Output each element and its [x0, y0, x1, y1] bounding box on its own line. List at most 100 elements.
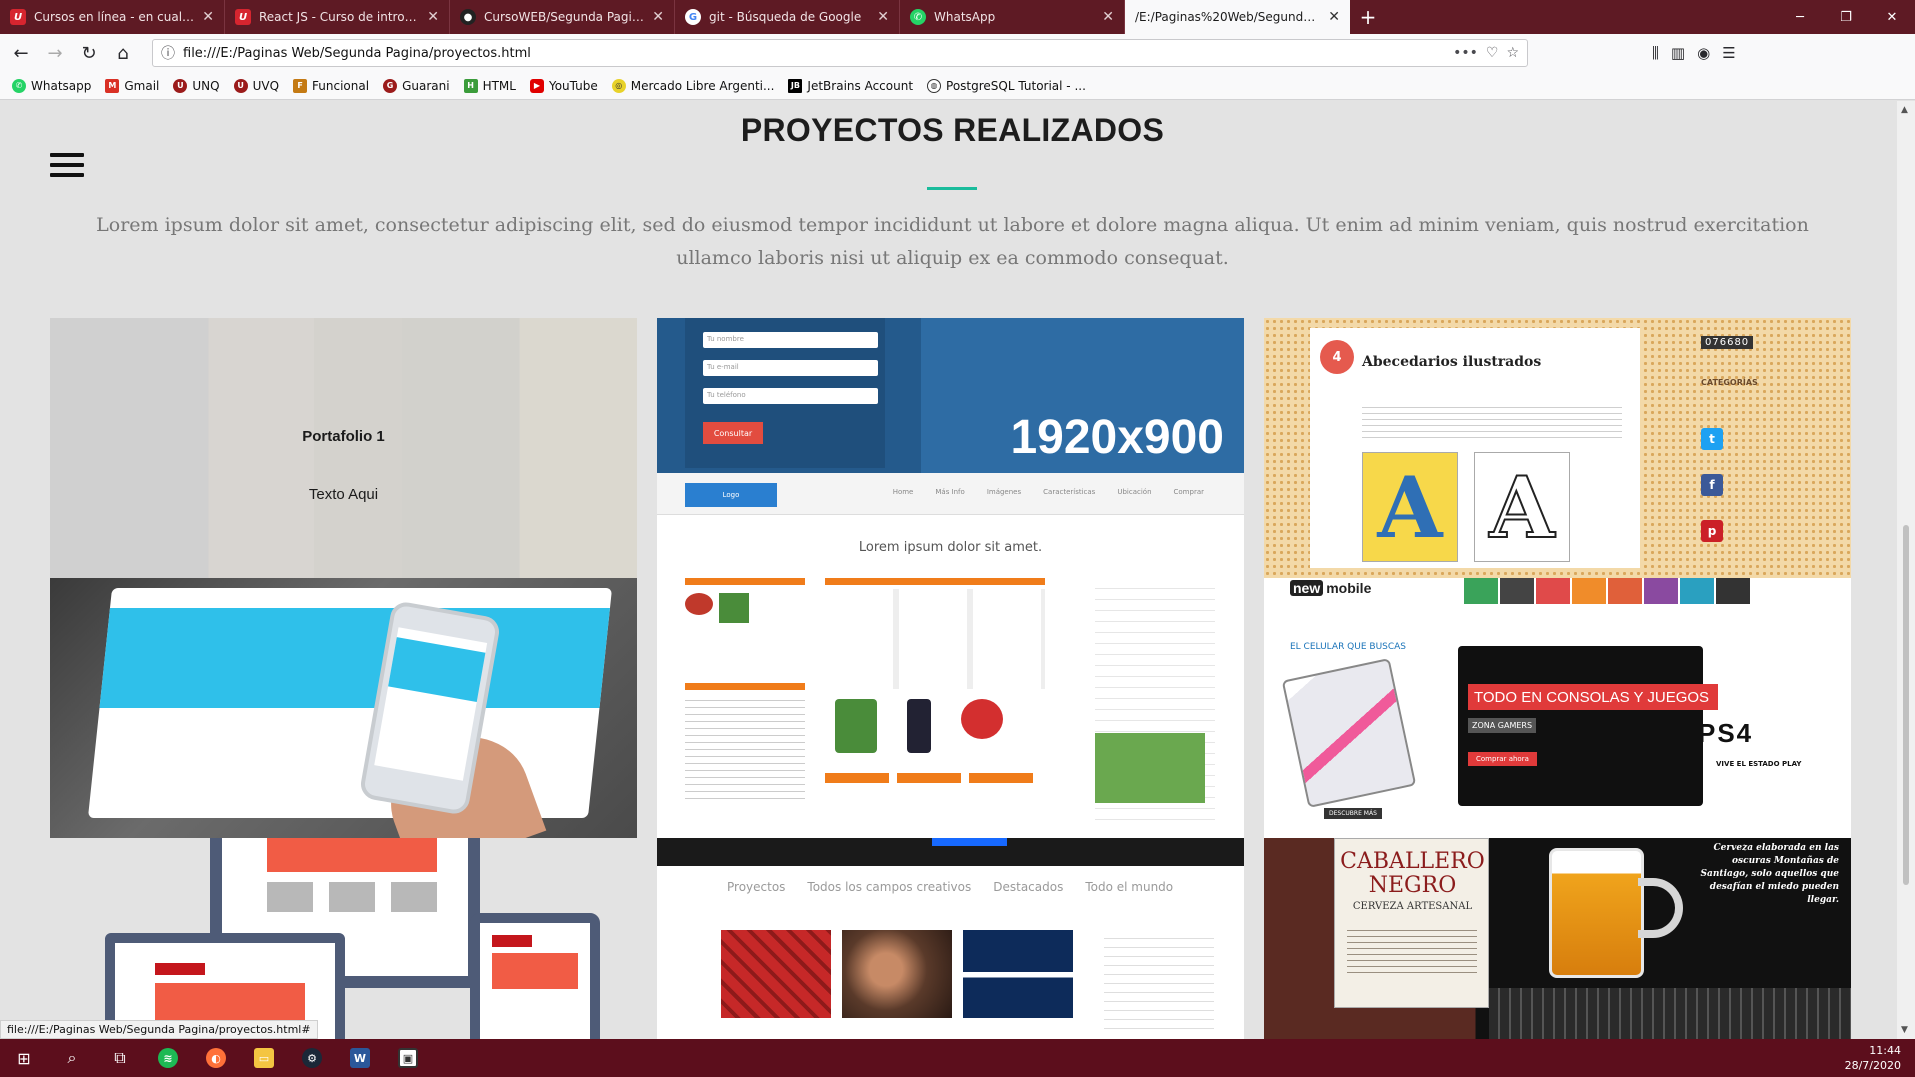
beer-tagline: Cerveza elaborada en las oscuras Montaña…	[1700, 843, 1839, 905]
minimize-icon[interactable]: ─	[1777, 0, 1823, 34]
windows-taskbar: ⊞ ⌕ ⧉ ≋ ◐ ▭ ⚙ W ▣ 11:44 28/7/2020	[0, 1039, 1915, 1077]
firefox-icon[interactable]: ◐	[192, 1039, 240, 1077]
bookmark-item[interactable]: H HTML	[463, 78, 516, 93]
portfolio-item-devices[interactable]	[50, 838, 637, 1039]
tab-title: /E:/Paginas%20Web/Segunda%20P	[1135, 10, 1320, 24]
portfolio-item-1[interactable]: Portafolio 1 Texto Aqui	[50, 318, 637, 578]
bookmark-item[interactable]: U UNQ	[173, 78, 220, 93]
hamburger-menu-icon[interactable]	[50, 153, 84, 177]
browser-tab[interactable]: ● CursoWEB/Segunda Pagina at ✕	[450, 0, 675, 34]
bookmark-item[interactable]: JB JetBrains Account	[788, 78, 914, 93]
bookmark-item[interactable]: ✆ Whatsapp	[12, 78, 92, 93]
close-tab-icon[interactable]: ✕	[202, 9, 214, 25]
tab-title: Cursos en línea - en cualquier	[34, 10, 194, 24]
home-icon[interactable]: ⌂	[108, 38, 138, 68]
close-window-icon[interactable]: ✕	[1869, 0, 1915, 34]
pinterest-icon: p	[1701, 520, 1723, 542]
toolbar-right: ⫼ ▥ ◉ ☰	[1652, 44, 1736, 62]
reload-icon[interactable]: ↻	[74, 38, 104, 68]
bookmark-label: Whatsapp	[31, 78, 92, 93]
portfolio-item-responsive-photo[interactable]	[50, 578, 637, 838]
link-status-bar: file:///E:/Paginas Web/Segunda Pagina/pr…	[0, 1020, 318, 1039]
consoles-banner: TODO EN CONSOLAS Y JUEGOS	[1468, 684, 1718, 710]
browser-tab[interactable]: U React JS - Curso de introducció ✕	[225, 0, 450, 34]
bookmark-label: Gmail	[124, 78, 160, 93]
portfolio-item-new-mobile[interactable]: new mobile EL CELULAR QUE BUSCAS DESCUBRE…	[1264, 578, 1851, 838]
new-mobile-logo: new mobile	[1290, 580, 1374, 596]
close-tab-icon[interactable]: ✕	[1328, 9, 1340, 25]
forward-arrow-icon[interactable]: →	[40, 38, 70, 68]
bookmark-item[interactable]: M Gmail	[105, 78, 160, 93]
post-text	[1362, 402, 1622, 442]
system-clock[interactable]: 11:44 28/7/2020	[1845, 1043, 1901, 1073]
city-skyline-image	[1489, 988, 1851, 1039]
close-tab-icon[interactable]: ✕	[652, 9, 664, 25]
resolution-label: 1920x900	[1010, 411, 1224, 464]
info-icon[interactable]: ⓘ	[161, 43, 175, 63]
title-divider	[927, 187, 977, 190]
bookmark-label: PostgreSQL Tutorial - ...	[946, 78, 1086, 93]
task-view-icon[interactable]: ⧉	[96, 1039, 144, 1077]
window-controls: ─ ❐ ✕	[1777, 0, 1915, 34]
bookmark-item[interactable]: ◎ Mercado Libre Argenti...	[611, 78, 774, 93]
windows-start-icon[interactable]: ⊞	[0, 1039, 48, 1077]
whatsapp-icon: ✆	[12, 78, 26, 93]
scroll-down-arrow-icon[interactable]: ▼	[1901, 1025, 1908, 1035]
close-tab-icon[interactable]: ✕	[877, 9, 889, 25]
close-tab-icon[interactable]: ✕	[1102, 9, 1114, 25]
celular-label: EL CELULAR QUE BUSCAS	[1290, 642, 1407, 652]
brand-name-line2: NEGRO	[1368, 873, 1457, 898]
spotify-icon[interactable]: ≋	[144, 1039, 192, 1077]
browser-tab[interactable]: U Cursos en línea - en cualquier ✕	[0, 0, 225, 34]
portfolio-item-abecedarios[interactable]: 4 Abecedarios ilustrados A A 076680 CATE…	[1264, 318, 1851, 578]
browser-tab[interactable]: G git - Búsqueda de Google ✕	[675, 0, 900, 34]
landing-menu-item: Características	[1043, 488, 1096, 496]
account-icon[interactable]: ◉	[1697, 44, 1710, 62]
phones-image	[1281, 657, 1417, 809]
file-explorer-icon[interactable]: ▭	[240, 1039, 288, 1077]
scroll-up-arrow-icon[interactable]: ▲	[1901, 105, 1908, 115]
word-icon[interactable]: W	[336, 1039, 384, 1077]
search-icon[interactable]: ⌕	[48, 1039, 96, 1077]
app-icon[interactable]: ▣	[384, 1039, 432, 1077]
url-text[interactable]: file:///E:/Paginas Web/Segunda Pagina/pr…	[183, 46, 1445, 61]
address-bar[interactable]: ⓘ file:///E:/Paginas Web/Segunda Pagina/…	[152, 39, 1528, 67]
close-tab-icon[interactable]: ✕	[427, 9, 439, 25]
category-icons	[1464, 578, 1750, 604]
discover-button: DESCUBRE MÁS	[1324, 808, 1382, 819]
library-icon[interactable]: ⫼	[1652, 44, 1659, 62]
browser-tab-active[interactable]: /E:/Paginas%20Web/Segunda%20P ✕	[1125, 0, 1350, 34]
page-actions-icon[interactable]: •••	[1453, 45, 1478, 61]
form-field: Tu nombre	[703, 332, 878, 348]
browser-tab[interactable]: ✆ WhatsApp ✕	[900, 0, 1125, 34]
portfolio-item-landing[interactable]: Tu nombre Tu e-mail Tu teléfono Consulta…	[657, 318, 1244, 838]
portfolio-hover-overlay	[50, 318, 637, 578]
steam-icon[interactable]: ⚙	[288, 1039, 336, 1077]
portfolio-item-gallery[interactable]: Proyectos Todos los campos creativos Des…	[657, 838, 1244, 1039]
portfolio-item-title: Portafolio 1	[302, 428, 385, 445]
bookmark-item[interactable]: F Funcional	[293, 78, 369, 93]
back-arrow-icon[interactable]: ←	[6, 38, 36, 68]
bookmark-label: JetBrains Account	[807, 78, 914, 93]
bookmark-label: Guarani	[402, 78, 450, 93]
portfolio-item-caballero-negro[interactable]: CABALLERO NEGRO CERVEZA ARTESANAL Cervez…	[1264, 838, 1851, 1039]
bookmark-item[interactable]: ▶ YouTube	[529, 78, 598, 93]
pocket-icon[interactable]: ♡	[1486, 45, 1499, 61]
scrollbar-thumb[interactable]	[1903, 525, 1909, 885]
menu-icon[interactable]: ☰	[1722, 44, 1735, 62]
bookmark-item[interactable]: ◍ PostgreSQL Tutorial - ...	[927, 78, 1086, 93]
bookmark-star-icon[interactable]: ☆	[1506, 45, 1519, 61]
page-scrollbar[interactable]: ▲ ▼	[1897, 101, 1915, 1039]
bookmark-item[interactable]: G Guarani	[383, 78, 450, 93]
restore-icon[interactable]: ❐	[1823, 0, 1869, 34]
bookmark-label: HTML	[482, 78, 516, 93]
new-tab-button[interactable]: +	[1350, 0, 1386, 34]
guarani-icon: G	[383, 78, 398, 93]
landing-menu-item: Ubicación	[1117, 488, 1152, 496]
gallery-thumbnail	[842, 930, 952, 1018]
bookmark-item[interactable]: U UVQ	[233, 78, 279, 93]
sidebar-icon[interactable]: ▥	[1671, 44, 1685, 62]
landing-menu-item: Imágenes	[986, 488, 1022, 496]
facebook-icon: f	[1701, 474, 1723, 496]
landing-menu-item: Home	[892, 488, 914, 496]
